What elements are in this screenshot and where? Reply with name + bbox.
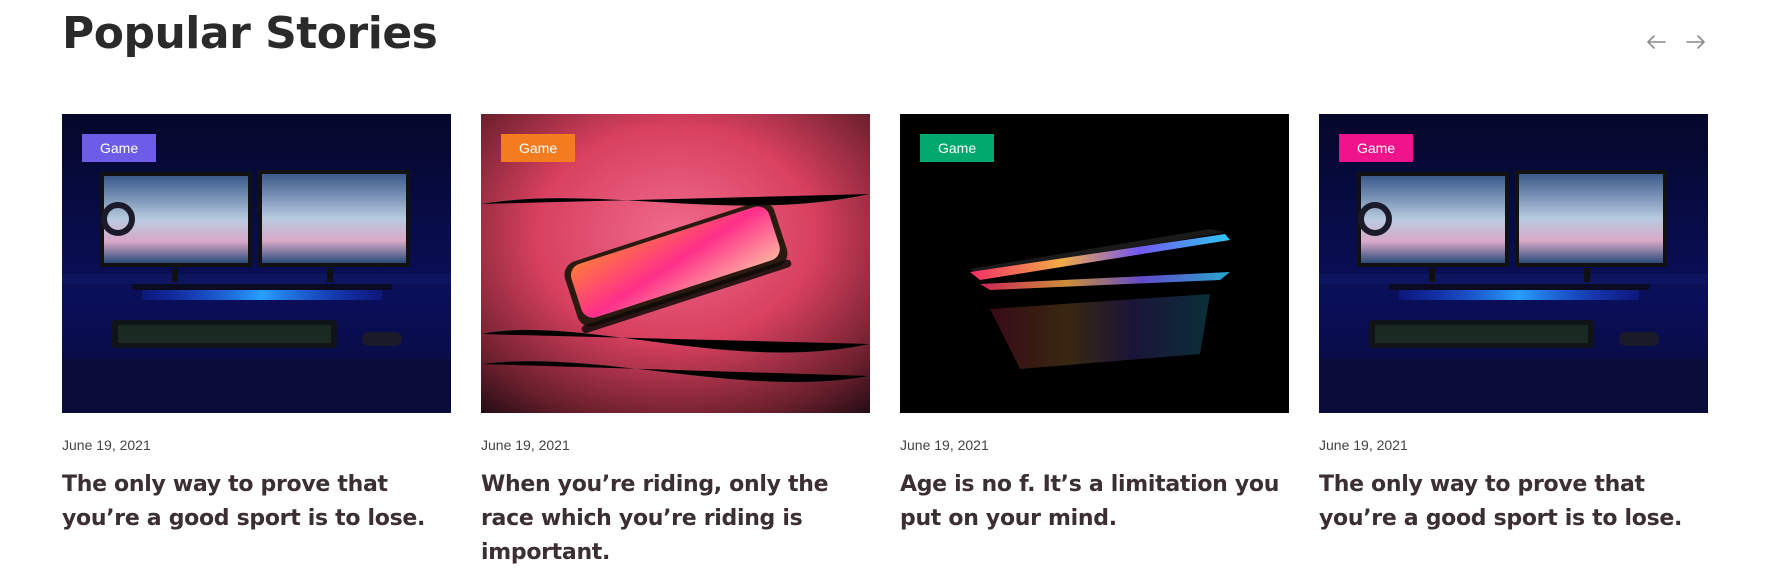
carousel-nav: [1644, 30, 1708, 54]
category-tag[interactable]: Game: [82, 134, 157, 162]
prev-button[interactable]: [1644, 30, 1668, 54]
story-date: June 19, 2021: [481, 437, 570, 453]
story-date: June 19, 2021: [1319, 437, 1408, 453]
popular-stories-section: Popular Stories Game June 19, 2021 The o…: [62, 0, 1708, 583]
section-title: Popular Stories: [62, 8, 438, 59]
story-title[interactable]: When you’re riding, only the race which …: [481, 468, 870, 570]
story-image-desk-setup[interactable]: Game: [1319, 114, 1708, 413]
category-tag[interactable]: Game: [501, 134, 576, 162]
story-title[interactable]: The only way to prove that you’re a good…: [62, 468, 451, 536]
stories-grid: Game June 19, 2021 The only way to prove…: [62, 114, 1708, 570]
story-image-smartphone[interactable]: Game: [481, 114, 870, 413]
story-date: June 19, 2021: [900, 437, 989, 453]
story-card[interactable]: Game June 19, 2021 The only way to prove…: [1319, 114, 1708, 570]
story-title[interactable]: Age is no f. It’s a limitation you put o…: [900, 468, 1289, 536]
arrow-left-icon: [1647, 35, 1666, 49]
story-image-desk-setup[interactable]: Game: [62, 114, 451, 413]
story-card[interactable]: Game June 19, 2021 When you’re riding, o…: [481, 114, 870, 570]
category-tag[interactable]: Game: [1339, 134, 1414, 162]
story-image-laptop[interactable]: Game: [900, 114, 1289, 413]
category-tag[interactable]: Game: [920, 134, 995, 162]
arrow-right-icon: [1686, 35, 1705, 49]
story-title[interactable]: The only way to prove that you’re a good…: [1319, 468, 1708, 536]
story-date: June 19, 2021: [62, 437, 151, 453]
story-card[interactable]: Game June 19, 2021 Age is no f. It’s a l…: [900, 114, 1289, 570]
next-button[interactable]: [1684, 30, 1708, 54]
story-card[interactable]: Game June 19, 2021 The only way to prove…: [62, 114, 451, 570]
